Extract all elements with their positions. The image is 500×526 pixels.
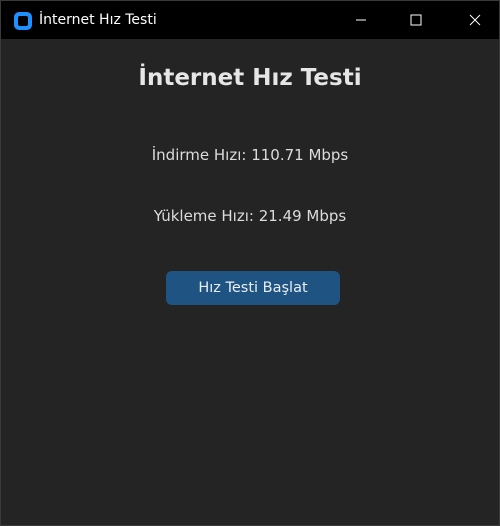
- download-speed-label: İndirme Hızı: 110.71 Mbps: [151, 146, 349, 164]
- main-content: İnternet Hız Testi İndirme Hızı: 110.71 …: [1, 39, 499, 525]
- title-bar[interactable]: İnternet Hız Testi: [1, 1, 499, 39]
- app-window: İnternet Hız Testi İnternet Hız Testi İn…: [0, 0, 500, 526]
- start-speed-test-button[interactable]: Hız Testi Başlat: [166, 271, 340, 305]
- upload-speed-label: Yükleme Hızı: 21.49 Mbps: [153, 207, 347, 225]
- close-icon: [469, 11, 481, 30]
- window-title: İnternet Hız Testi: [39, 12, 157, 28]
- minimize-icon: [355, 11, 367, 30]
- maximize-icon: [410, 11, 422, 30]
- close-button[interactable]: [452, 1, 498, 39]
- minimize-button[interactable]: [338, 1, 384, 39]
- maximize-button[interactable]: [393, 1, 439, 39]
- page-title: İnternet Hız Testi: [138, 65, 362, 91]
- app-icon: [13, 11, 33, 31]
